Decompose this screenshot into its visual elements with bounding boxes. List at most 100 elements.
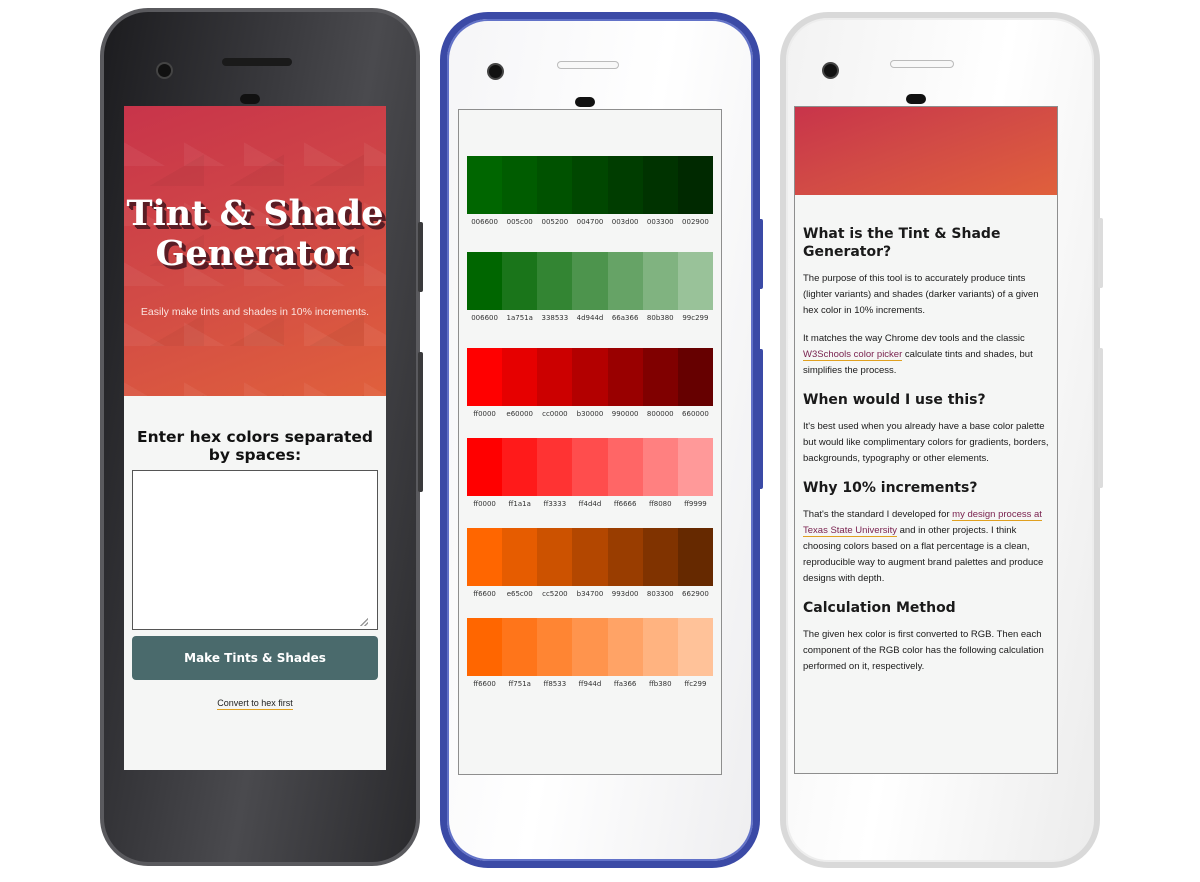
hex-code-label: 662900: [682, 590, 709, 598]
hex-code-label: b30000: [576, 410, 604, 418]
speaker-grille: [890, 60, 954, 68]
page-subtitle: Easily make tints and shades in 10% incr…: [140, 306, 370, 318]
color-swatch[interactable]: [607, 156, 643, 214]
hex-code-label: ff944d: [578, 680, 602, 688]
hex-code-label: cc5200: [542, 590, 568, 598]
color-swatch[interactable]: [642, 348, 678, 406]
hex-code-label: e65c00: [506, 590, 533, 598]
color-swatch[interactable]: [467, 252, 503, 310]
hex-code-label: cc0000: [542, 410, 568, 418]
color-swatch[interactable]: [607, 618, 643, 676]
hex-code-label: 338533: [541, 314, 569, 322]
palette-row: ff0000 ff1a1a ff3333 ff4d4d ff6666 ff8080 ff99…: [467, 438, 713, 508]
paragraph-when: It's best used when you already have a b…: [803, 421, 1049, 464]
color-swatch[interactable]: [572, 438, 608, 496]
make-tints-shades-button[interactable]: Make Tints & Shades: [132, 636, 378, 680]
color-swatch[interactable]: [467, 156, 503, 214]
color-swatch[interactable]: [467, 348, 503, 406]
color-swatch[interactable]: [572, 252, 608, 310]
front-camera-icon: [158, 64, 171, 77]
color-swatch[interactable]: [677, 618, 713, 676]
color-swatch[interactable]: [537, 618, 573, 676]
color-swatch[interactable]: [677, 528, 713, 586]
hex-code-label: b34700: [576, 590, 604, 598]
hex-code-label: ff3333: [543, 500, 567, 508]
color-swatch[interactable]: [537, 528, 573, 586]
color-swatch[interactable]: [537, 348, 573, 406]
color-swatch[interactable]: [572, 618, 608, 676]
paragraph-why: That's the standard I developed for my d…: [803, 507, 1049, 587]
color-swatch[interactable]: [537, 438, 573, 496]
volume-button: [758, 349, 763, 489]
hex-code-label: ff8080: [648, 500, 672, 508]
color-swatch[interactable]: [607, 528, 643, 586]
hex-code-label: 006600: [471, 218, 498, 226]
hex-code-label: 002900: [682, 218, 709, 226]
color-swatch[interactable]: [677, 252, 713, 310]
color-swatch[interactable]: [677, 348, 713, 406]
proximity-sensor: [906, 94, 926, 104]
color-swatch[interactable]: [642, 618, 678, 676]
color-swatch[interactable]: [502, 348, 538, 406]
palette-swatches: [467, 156, 713, 214]
color-swatch[interactable]: [502, 156, 538, 214]
palette-codes: ff0000 ff1a1a ff3333 ff4d4d ff6666 ff8080 ff99…: [467, 500, 713, 508]
text-segment: That's the standard I developed for: [803, 509, 953, 520]
color-swatch[interactable]: [502, 618, 538, 676]
hex-code-label: e60000: [506, 410, 533, 418]
color-swatch[interactable]: [572, 348, 608, 406]
color-swatch[interactable]: [502, 252, 538, 310]
hex-code-label: 003300: [646, 218, 674, 226]
hex-code-label: ffa366: [613, 680, 637, 688]
palette-row: 006600 1a751a 338533 4d944d 66a366 80b380 99c2…: [467, 252, 713, 322]
convert-to-hex-link[interactable]: Convert to hex first: [217, 698, 293, 710]
color-swatch[interactable]: [502, 438, 538, 496]
hero-banner: Tint & Shade Generator Easily make tints…: [124, 106, 386, 396]
hex-code-label: ff0000: [473, 410, 496, 418]
palette-codes: ff6600 e65c00 cc5200 b34700 993d00 803300 6629…: [467, 590, 713, 598]
screen-about: What is the Tint & Shade Generator? The …: [794, 106, 1058, 774]
color-swatch[interactable]: [467, 528, 503, 586]
hex-code-label: 005200: [541, 218, 569, 226]
speaker-grille: [557, 61, 619, 69]
w3schools-link[interactable]: W3Schools color picker: [803, 349, 903, 361]
resize-grip-icon[interactable]: [360, 618, 368, 626]
color-swatch[interactable]: [467, 438, 503, 496]
proximity-sensor: [575, 97, 595, 107]
palette-swatches: [467, 252, 713, 310]
color-swatch[interactable]: [677, 156, 713, 214]
palette-codes: 006600 1a751a 338533 4d944d 66a366 80b380 99c2…: [467, 314, 713, 322]
color-swatch[interactable]: [607, 348, 643, 406]
hex-code-label: 1a751a: [506, 314, 533, 322]
speaker-grille: [222, 58, 292, 66]
palette-swatches: [467, 438, 713, 496]
hex-code-label: 990000: [611, 410, 639, 418]
color-swatch[interactable]: [677, 438, 713, 496]
palette-swatches: [467, 528, 713, 586]
palette-row: ff6600 ff751a ff8533 ff944d ffa366 ffb380 ffc2…: [467, 618, 713, 688]
hex-code-label: 006600: [471, 314, 498, 322]
hex-code-label: ff1a1a: [508, 500, 531, 508]
color-swatch[interactable]: [607, 438, 643, 496]
color-swatch[interactable]: [572, 528, 608, 586]
color-swatch[interactable]: [642, 438, 678, 496]
color-swatch[interactable]: [642, 252, 678, 310]
color-swatch[interactable]: [502, 528, 538, 586]
color-swatch[interactable]: [537, 156, 573, 214]
power-button: [1098, 218, 1103, 288]
hex-colors-input[interactable]: [132, 470, 378, 630]
color-swatch[interactable]: [572, 156, 608, 214]
color-swatch[interactable]: [642, 528, 678, 586]
heading-when: When would I use this?: [803, 392, 986, 408]
page-title: Tint & Shade Generator: [124, 194, 386, 274]
hex-code-label: 800000: [646, 410, 674, 418]
color-swatch[interactable]: [467, 618, 503, 676]
hex-code-label: 803300: [646, 590, 674, 598]
screen-tint-shade-home: Tint & Shade Generator Easily make tints…: [124, 106, 386, 770]
proximity-sensor: [240, 94, 260, 104]
color-swatch[interactable]: [642, 156, 678, 214]
color-swatch[interactable]: [607, 252, 643, 310]
color-swatch[interactable]: [537, 252, 573, 310]
volume-button: [418, 352, 423, 492]
phone-white: What is the Tint & Shade Generator? The …: [780, 12, 1103, 868]
